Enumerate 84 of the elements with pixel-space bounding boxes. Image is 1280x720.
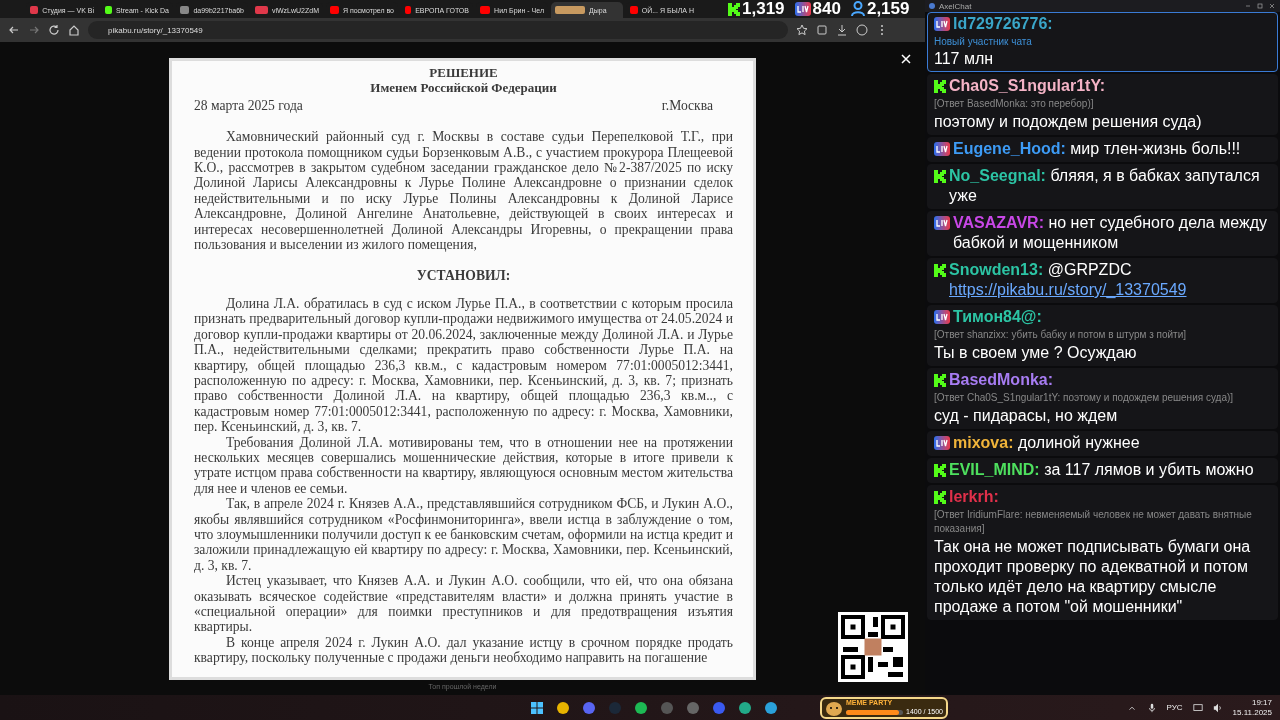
stat-count: 1,319 (742, 0, 785, 19)
kick-logo-icon (934, 79, 946, 93)
maximize-icon[interactable] (1256, 2, 1264, 10)
monitor-icon[interactable] (1192, 702, 1203, 713)
stat-count: 2,159 (866, 0, 910, 19)
chat-username: Cha0S_S1ngular1tY: (949, 76, 1106, 96)
stat-count: 840 (812, 0, 841, 19)
live-badge-icon (934, 216, 950, 230)
microphone-icon[interactable] (1146, 702, 1157, 713)
favicon-icon (255, 6, 268, 14)
chat-link[interactable]: https://pikabu.ru/story/_13370549 (949, 281, 1187, 298)
chat-text: суд - пидарасы, но ждем (934, 406, 1119, 426)
home-icon[interactable] (68, 24, 80, 36)
address-bar[interactable]: pikabu.ru/story/_13370549 (88, 21, 788, 39)
kick-logo-icon (934, 463, 946, 477)
chat-text: Ты в своем уме ? Осуждаю (934, 343, 1138, 363)
document-title: РЕШЕНИЕ (428, 65, 499, 81)
favicon-icon (30, 6, 39, 14)
taskbar-app-icon[interactable] (634, 700, 648, 715)
document-paragraph: Хамовнический районный суд г. Москвы в составе судьи Перепелковой Т.Г., при ведении протокола помощником судьи Борзенковым А.В., с участием прокурора Плещеевой К.О., рассмотрев в закрытом судебном заседании гражданское дело №2-387/2025 по иску Долиной Ларисы Александровны к Лурье Полине Александровне о признании сделок недействительными и по иску Лурье Полины Александровны к Долиной Ларисе Александровне, Долиной Ангелине Анатольевне, действующей в своих интересах и интересах несовершеннолетней Долиной Александры Игоревны, о прекращении права пользования и выселении из жилого помещения, (194, 129, 733, 253)
document-date: 28 марта 2025 года (194, 97, 303, 114)
kick-logo-icon (934, 490, 946, 504)
chat-username: Тимон84@: (953, 307, 1042, 327)
document-paragraph: Истец указывает, что Князев А.А. и Лукин А.О. сообщили, что ей, что она обязана оказывать всяческое содействие «представителям власти» и должна принять участие в «специальной операции» для поимки преступников и для предотвращения изъятия квартиры. (194, 573, 733, 635)
clock-time[interactable]: 19:17 (1251, 697, 1272, 708)
chat-text: EVIL_MIND: за 117 лямов и убить можно (949, 460, 1254, 480)
language-indicator[interactable]: РУС (1166, 703, 1183, 712)
windows-start-icon[interactable] (530, 700, 544, 715)
kick-logo-icon (934, 263, 946, 277)
reload-icon[interactable] (48, 24, 60, 36)
live-badge-icon (934, 142, 950, 156)
live-badge-icon (934, 17, 950, 31)
reply-quote: [Ответ shanzixx: убить бабку и потом в штурм з пойти] (934, 328, 1188, 342)
speaker-icon[interactable] (1212, 702, 1223, 713)
taskbar-app-icon[interactable] (738, 700, 752, 715)
kick-logo-icon (728, 2, 740, 16)
favicon-icon (480, 6, 491, 14)
favicon-icon (330, 6, 339, 14)
chat-text: mixova: долиной нужнее (953, 433, 1140, 453)
favicon-icon (555, 6, 585, 14)
forward-icon[interactable] (28, 24, 40, 36)
qr-code-icon (838, 612, 908, 682)
document-paragraph: Требования Долиной Л.А. мотивированы тем, что в отношении нее на протяжении нескольких месяцев совершались мошеннические действия, которые в итоге привели к утрате истцом права собственности на квартиру, являющуюся основным местом жительства для нее и членов ее семьи. (194, 434, 733, 497)
chat-text: Snowden13: @GRPZDC https://pikabu.ru/story/_13370549 (949, 260, 1188, 300)
live-badge-icon (934, 436, 950, 450)
clock-date[interactable]: 15.11.2025 (1232, 707, 1272, 718)
chat-text: 117 млн (934, 49, 995, 69)
chat-username: BasedMonka: (949, 370, 1054, 390)
kick-logo-icon (934, 169, 946, 183)
dog-icon (825, 699, 843, 716)
chat-username: ld729726776: (953, 14, 1053, 34)
favicon-icon (630, 6, 638, 14)
document-paragraph: Так, в апреле 2024 г. Князев А.А., представлявшийся сотрудником ФСБ, и Лукин А.О., якобы являвшийся сотрудником «Росфинмониторинга», ввели истца в заблуждение о том, что злоумышленники получили доступ к ее банковским счетам, оформили на истца кредит и заложили принадлежащую ей квартиру по адресу: г. Москва, Хамовники, пер. Ксеньинский, д. 3, кв. 7. (194, 496, 733, 574)
person-icon (850, 1, 865, 17)
app-logo-icon (929, 3, 935, 9)
extensions-icon[interactable] (816, 24, 828, 36)
favicon-icon (105, 6, 113, 14)
document-paragraph: Долина Л.А. обратилась в суд с иском Лурье П.А., в соответствии с которым просила признать предварительный договор купли-продажи недвижимого имущества от 24.05.2024 и договор купли-продажи квартиры от 20.06.2024, заключенные между Долиной Л.А. и Лурье П.А., недействительными сделками; прекратить право собственности Лурье П.А. на квартиру, общей площадью 236,3 кв.м., с кадастровым номером 77:01:0005012:3441, расположенную по адресу: г. Москва, Хамовники, пер. Ксеньинский, д. 3, кв. 7; признать право собственности Долиной Л.А. на квартиру, общей площадью 236,3 кв.м.., с кадастровым номер 77:01:0005012:3441, расположенную по адресу: г. Москва, Хамовники, пер. Ксеньинский, д. 3, кв. 7. (194, 295, 733, 435)
chat-text: поэтому и подождем решения суда) (934, 112, 1203, 132)
reply-quote: [Ответ Cha0S_S1ngular1tY: поэтому и подождем решения суда)] (934, 391, 1235, 405)
document-heading: УСТАНОВИЛ: (415, 268, 512, 284)
live-badge-icon (794, 2, 811, 16)
window-title: AxelChat (939, 1, 973, 11)
kick-logo-icon (934, 373, 946, 387)
chat-text: Так она не может подписывать бумаги она проходит проверку по адекватной и потом только идёт дело на квартиру смысле продаже а потом "ой мошенники" (934, 537, 1252, 617)
chat-notice: Новый участник чата (934, 35, 1033, 49)
chat-text: VASAZAVR: но нет судебного дела между бабкой и мощенником (953, 213, 1268, 253)
favicon-icon (405, 6, 412, 14)
document-city: г.Москва (661, 97, 713, 114)
document-paragraph: В конце апреля 2024 г. Лукин А.О. дал указание истцу в срочном порядке продать квартиру, поскольку полученные с продажи деньги необходимо направить на погашение (194, 634, 733, 666)
document-subtitle: Именем Российской Федерации (369, 80, 558, 96)
back-icon[interactable] (8, 24, 20, 36)
chat-username: lerkrh: (949, 487, 999, 507)
chat-text: No_Seegnal: бляяя, я в бабках запутался уже (949, 166, 1261, 206)
taskbar-app-icon[interactable] (556, 700, 570, 715)
profile-icon[interactable] (856, 24, 868, 36)
download-icon[interactable] (836, 24, 848, 36)
reply-quote: [Ответ IridiumFlare: невменяемый человек не может давать внятные показания] (934, 508, 1253, 536)
reply-quote: [Ответ BasedMonka: это перебор)] (934, 97, 1095, 111)
chat-text: Eugene_Hood: мир тлен-жизнь боль!!! (953, 139, 1241, 159)
live-badge-icon (934, 310, 950, 324)
star-icon[interactable] (796, 24, 808, 36)
taskbar-app-icon[interactable] (582, 700, 596, 715)
taskbar-app-icon[interactable] (764, 700, 778, 715)
